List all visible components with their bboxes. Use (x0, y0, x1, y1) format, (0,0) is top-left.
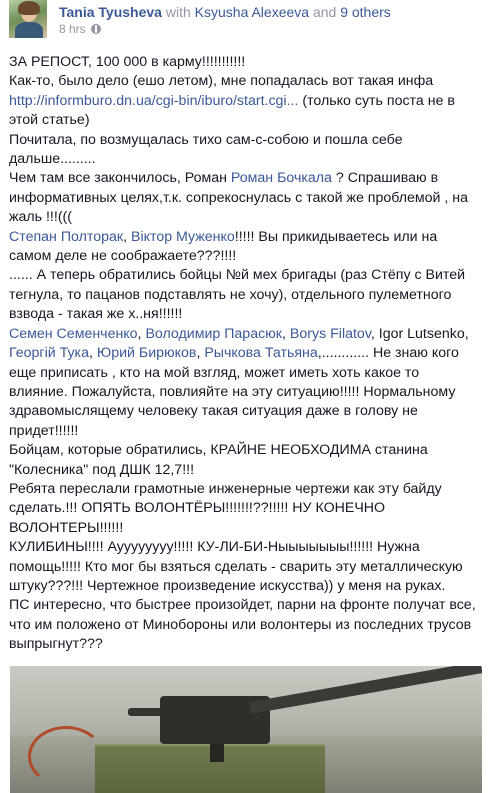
mention-parasyuk[interactable]: Володимир Парасюк (145, 326, 282, 342)
post-paragraph: Степан Полторак, Віктор Муженко!!!!! Вы … (9, 228, 481, 267)
mention-filatov[interactable]: Borys Filatov (290, 326, 371, 342)
mention-biryukov[interactable]: Юрий Бирюков (97, 345, 197, 361)
post-meta: 8 hrs (59, 22, 101, 36)
post-text: Почитала, по возмущалась тихо сам-с-собо… (9, 131, 403, 168)
post-text: ПС интересно, что быстрее произойдет, па… (9, 597, 476, 653)
external-link[interactable]: http://informburo.dn.ua/cgi-bin/iburo/st… (9, 93, 298, 109)
post-paragraph: ЗА РЕПОСТ, 100 000 в карму!!!!!!!!!!! (9, 53, 481, 72)
photo-wire (28, 726, 104, 787)
post-paragraph: Чем там все закончилось, Роман Роман Боч… (9, 169, 481, 227)
post-text: Как-то, было дело (ешо летом), мне попад… (9, 73, 434, 90)
author-name-link[interactable]: Tania Tyusheva (59, 4, 162, 20)
author-avatar[interactable] (9, 0, 47, 38)
post-paragraph: ...... А теперь обратились бойцы №й мех … (9, 266, 481, 324)
globe-icon[interactable] (90, 24, 101, 34)
mention-tuka[interactable]: Георгій Тука (9, 345, 89, 361)
post-paragraph: Семен Семенченко, Володимир Парасюк, Bor… (9, 325, 481, 441)
post-text: , Igor Lutsenko, (370, 325, 469, 342)
mention-roman-bochkala[interactable]: Роман Бочкала (231, 170, 332, 186)
post-paragraph: Почитала, по возмущалась тихо сам-с-собо… (9, 131, 481, 170)
separator: , (123, 228, 131, 245)
with-text: with (165, 4, 191, 20)
tagged-person-link[interactable]: Ksyusha Alexeeva (195, 4, 309, 20)
avatar-hair (18, 1, 40, 15)
post-text: ...... А теперь обратились бойцы №й мех … (9, 267, 466, 323)
mention-rychkova[interactable]: Рычкова Татьяна (204, 345, 317, 361)
post-paragraph: КУЛИБИНЫ!!!! Ауууууууу!!!!! КУ-ЛИ-БИ-Ныы… (9, 538, 481, 596)
post-text: Чем там все закончилось, Роман (9, 170, 231, 187)
tagged-others-link[interactable]: 9 others (340, 4, 391, 20)
post-paragraph: ПС интересно, что быстрее произойдет, па… (9, 596, 481, 654)
post-timestamp[interactable]: 8 hrs (59, 22, 86, 36)
photo-gun-stand (210, 742, 224, 762)
post-paragraph: Бойцам, которые обратились, КРАЙНЕ НЕОБХ… (9, 441, 481, 480)
mention-semenchenko[interactable]: Семен Семенченко (9, 326, 138, 342)
mention-muzhenko[interactable]: Віктор Муженко (131, 229, 235, 245)
avatar-body (15, 22, 43, 38)
separator: , (282, 325, 290, 342)
photo-gun-barrel (248, 666, 482, 714)
post-text: КУЛИБИНЫ!!!! Ауууууууу!!!!! КУ-ЛИ-БИ-Ныы… (9, 539, 463, 594)
post-paragraph: Ребята переслали грамотные инженерные че… (9, 480, 481, 538)
mention-poltorak[interactable]: Степан Полторак (9, 229, 123, 245)
post-text: Ребята переслали грамотные инженерные че… (9, 480, 442, 536)
post-body: ЗА РЕПОСТ, 100 000 в карму!!!!!!!!!!! Ка… (9, 53, 481, 655)
separator: , (88, 345, 97, 362)
post-paragraph: http://informburo.dn.ua/cgi-bin/iburo/st… (9, 92, 481, 131)
and-text: and (312, 4, 337, 20)
post-paragraph: Как-то, было дело (ешо летом), мне попад… (9, 72, 481, 91)
post-text: ЗА РЕПОСТ, 100 000 в карму!!!!!!!!!!! (9, 54, 246, 70)
post-text: Бойцам, которые обратились, КРАЙНЕ НЕОБХ… (9, 442, 428, 478)
post-photo[interactable] (10, 666, 482, 793)
post-author-line: Tania Tyusheva with Ksyusha Alexeeva and… (59, 4, 391, 20)
post-header: Tania Tyusheva with Ksyusha Alexeeva and… (0, 0, 492, 40)
